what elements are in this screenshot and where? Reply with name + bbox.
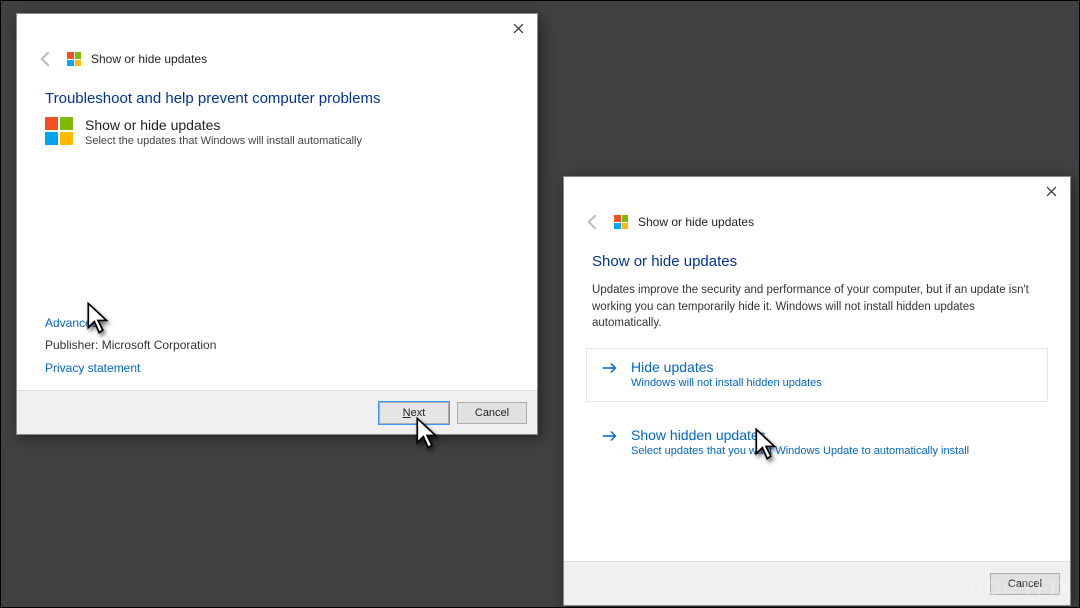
option-hide-updates[interactable]: Hide updates Windows will not install hi… [586,348,1048,402]
close-button[interactable] [499,14,537,42]
arrow-right-icon [601,361,619,378]
next-button[interactable]: Next [379,402,449,424]
window-title: Show or hide updates [638,215,754,229]
troubleshooter-dialog-step2: Show or hide updates Show or hide update… [563,176,1071,606]
titlebar [17,14,537,48]
header-row: Show or hide updates [564,211,1070,241]
links-block: Advanced Publisher: Microsoft Corporatio… [17,312,537,390]
close-icon [513,23,524,34]
page-heading: Troubleshoot and help prevent computer p… [17,78,537,109]
header-row: Show or hide updates [17,48,537,78]
page-heading: Show or hide updates [564,241,1070,272]
microsoft-logo-icon [614,215,628,229]
option-title: Show hidden updates [631,427,969,443]
close-icon [1046,186,1057,197]
option-title: Hide updates [631,359,822,375]
watermark: UG⟳TFIX [969,576,1073,601]
troubleshooter-subtitle: Select the updates that Windows will ins… [85,135,362,147]
troubleshooter-dialog-step1: Show or hide updates Troubleshoot and he… [16,13,538,435]
advanced-link[interactable]: Advanced [45,312,98,335]
privacy-link[interactable]: Privacy statement [45,357,140,380]
next-button-rest: ext [411,407,426,419]
titlebar [564,177,1070,211]
option-show-hidden-updates[interactable]: Show hidden updates Select updates that … [586,416,1048,470]
back-button[interactable] [582,211,604,233]
options-list: Hide updates Windows will not install hi… [564,332,1070,470]
back-button[interactable] [35,48,57,70]
troubleshooter-identity: Show or hide updates Select the updates … [17,109,537,147]
close-button[interactable] [1032,177,1070,205]
page-description: Updates improve the security and perform… [564,272,1070,332]
cancel-button[interactable]: Cancel [457,402,527,424]
troubleshooter-title: Show or hide updates [85,117,362,133]
microsoft-logo-icon [45,117,73,145]
window-title: Show or hide updates [91,52,207,66]
back-arrow-icon [35,48,57,70]
microsoft-logo-icon [67,52,81,66]
back-arrow-icon [582,211,604,233]
option-desc: Windows will not install hidden updates [631,377,822,389]
dialog-footer: Next Cancel [17,390,537,434]
option-desc: Select updates that you want Windows Upd… [631,445,969,457]
arrow-right-icon [601,429,619,446]
publisher-label: Publisher: Microsoft Corporation [45,338,216,352]
